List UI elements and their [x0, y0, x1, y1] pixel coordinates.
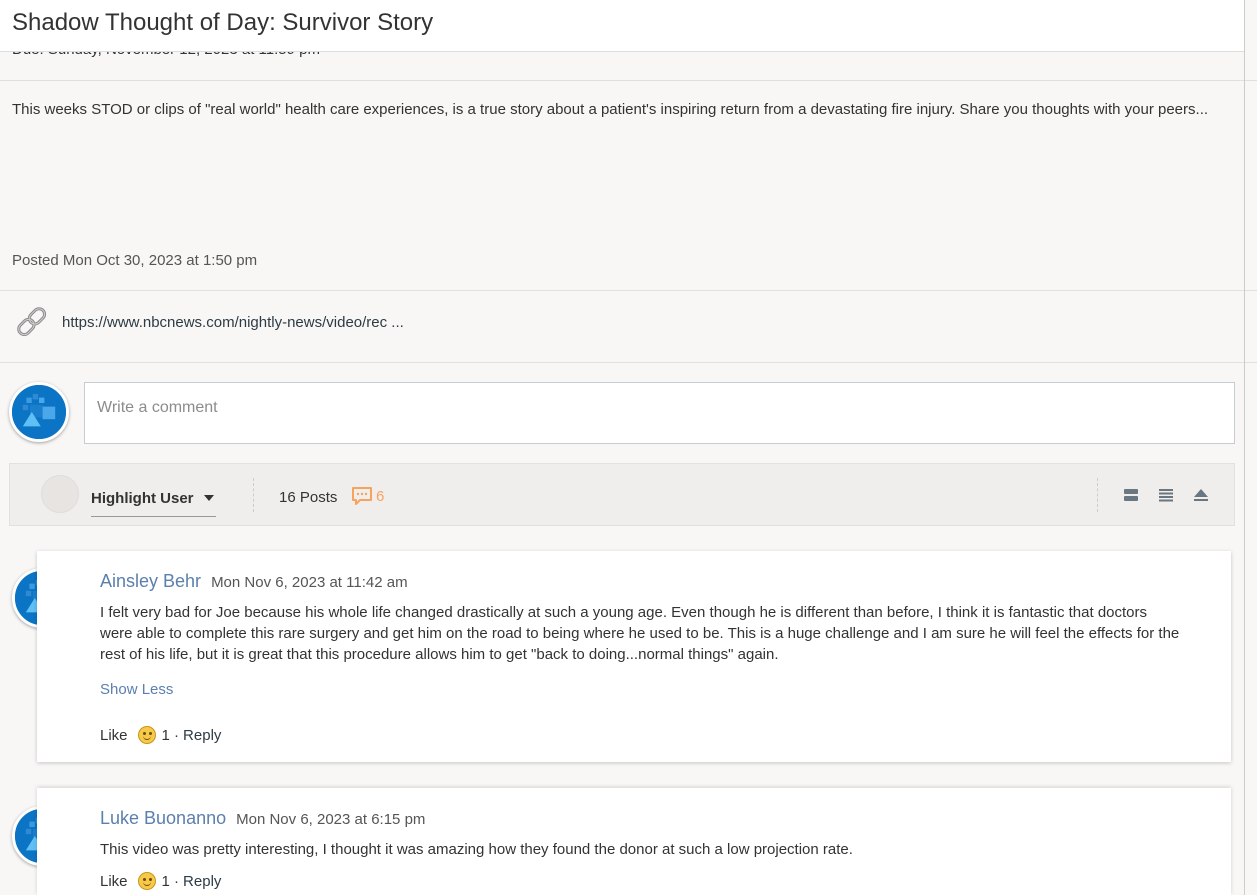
comment-box[interactable] — [84, 382, 1235, 444]
like-button[interactable]: Like — [100, 727, 128, 744]
current-user-avatar — [9, 382, 69, 442]
post-body: I felt very bad for Joe because his whol… — [100, 604, 1180, 663]
page-title: Shadow Thought of Day: Survivor Story — [12, 9, 434, 36]
link-chain-icon — [12, 302, 52, 342]
chevron-down-icon — [203, 495, 214, 501]
post-author[interactable]: Ainsley Behr — [100, 571, 201, 592]
show-less-link[interactable]: Show Less — [100, 681, 173, 698]
reaction-count: 1 · — [161, 872, 180, 890]
divider — [0, 80, 1257, 81]
toolbar-divider — [1097, 478, 1098, 512]
smiley-icon — [137, 726, 156, 744]
highlight-user-label: Highlight User — [91, 489, 194, 507]
post-actions: Like 1 · Reply — [100, 726, 221, 744]
post-time: Mon Nov 6, 2023 at 6:15 pm — [236, 811, 426, 828]
post-actions: Like 1 · Reply — [100, 872, 221, 890]
like-button[interactable]: Like — [100, 873, 128, 890]
posted-date: Posted Mon Oct 30, 2023 at 1:50 pm — [12, 252, 258, 269]
collapsed-view-icon[interactable] — [1123, 487, 1139, 503]
divider — [0, 290, 1257, 291]
highlight-user-dropdown[interactable]: Highlight User — [91, 480, 216, 517]
page-header: Shadow Thought of Day: Survivor Story — [0, 0, 1245, 52]
reply-button[interactable]: Reply — [183, 727, 221, 744]
post-author[interactable]: Luke Buonanno — [100, 808, 226, 829]
toolbar-divider — [253, 478, 254, 512]
post-meta: Ainsley Behr Mon Nov 6, 2023 at 11:42 am — [100, 571, 408, 592]
posts-count: 16 Posts — [279, 489, 338, 506]
discussion-post: Luke Buonanno Mon Nov 6, 2023 at 6:15 pm… — [37, 788, 1231, 895]
discussion-post: Ainsley Behr Mon Nov 6, 2023 at 11:42 am… — [37, 551, 1231, 762]
post-time: Mon Nov 6, 2023 at 11:42 am — [211, 574, 408, 591]
jump-top-icon[interactable] — [1193, 487, 1209, 503]
highlight-user-avatar — [41, 475, 79, 513]
reaction-count: 1 · — [161, 726, 180, 744]
topic-description: This weeks STOD or clips of "real world"… — [12, 101, 1209, 118]
expanded-view-icon[interactable] — [1158, 487, 1174, 503]
discussion-toolbar: Highlight User 16 Posts 6 — [9, 463, 1235, 526]
post-meta: Luke Buonanno Mon Nov 6, 2023 at 6:15 pm — [100, 808, 425, 829]
comment-bubble-icon — [352, 487, 372, 505]
unread-count: 6 — [376, 487, 385, 505]
comment-input[interactable] — [85, 383, 1234, 443]
reply-button[interactable]: Reply — [183, 873, 221, 890]
attachment-link[interactable]: https://www.nbcnews.com/nightly-news/vid… — [62, 314, 404, 331]
smiley-icon — [137, 872, 156, 890]
page-edge — [1244, 0, 1245, 895]
unread-indicator[interactable]: 6 — [351, 486, 384, 506]
divider — [0, 362, 1257, 363]
post-body: This video was pretty interesting, I tho… — [100, 841, 853, 858]
